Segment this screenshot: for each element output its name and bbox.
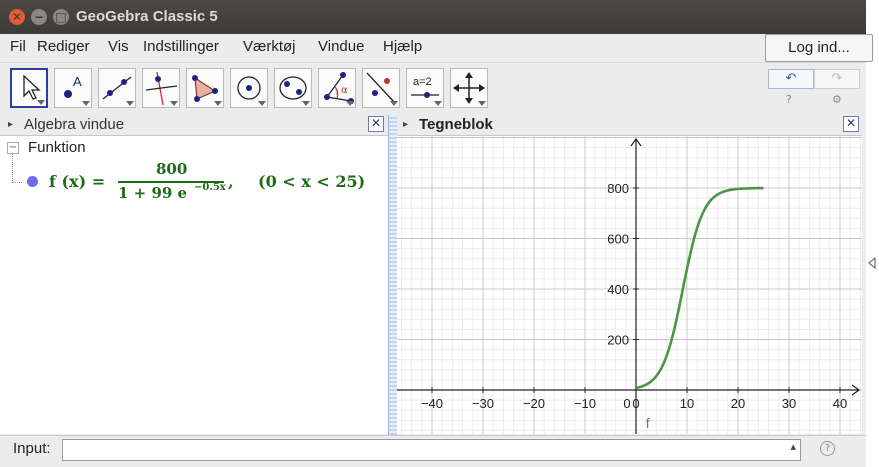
close-algebra-icon[interactable]: ✕ (368, 116, 384, 132)
menu-file[interactable]: Fil (10, 38, 26, 55)
input-field[interactable]: ▴ (62, 439, 801, 461)
major-grid (397, 136, 862, 434)
conic-tool[interactable] (274, 68, 312, 108)
x-tick-label: −30 (472, 396, 494, 411)
menu-edit[interactable]: Rediger (37, 38, 90, 55)
function-plot[interactable]: −40 −30 −20 −10 0 10 20 30 40 200 400 600 800 0 f (397, 136, 862, 434)
x-tick-label: 0 (632, 396, 639, 411)
object-group-label: Funktion (28, 139, 86, 156)
menu-help[interactable]: Hjælp (383, 38, 422, 55)
redo-button[interactable]: ↷ (814, 69, 860, 89)
chevron-right-icon[interactable]: ▸ (403, 119, 408, 130)
reflect-tool[interactable] (362, 68, 400, 108)
x-tick-label: −40 (421, 396, 443, 411)
function-comma: , (228, 172, 234, 191)
menu-settings[interactable]: Indstillinger (143, 38, 219, 55)
menu-window[interactable]: Vindue (318, 38, 364, 55)
move-view-tool[interactable] (450, 68, 488, 108)
x-tick-label: 40 (833, 396, 847, 411)
close-window-button[interactable]: ✕ (9, 9, 25, 25)
menu-bar: Fil Rediger Vis Indstillinger Værktøj Vi… (0, 34, 866, 62)
undo-button[interactable]: ↶ (768, 69, 814, 89)
menu-tools[interactable]: Værktøj (243, 38, 296, 55)
chevron-right-icon[interactable]: ▸ (8, 119, 13, 130)
menu-view[interactable]: Vis (108, 38, 129, 55)
move-tool[interactable] (10, 68, 48, 108)
panel-splitter[interactable] (388, 115, 397, 435)
close-graphics-icon[interactable]: ✕ (843, 116, 859, 132)
point-tool-label: A (73, 74, 82, 89)
side-collapse-arrow[interactable] (866, 250, 879, 280)
function-domain: (0 < x < 25) (258, 172, 366, 191)
y-tick-label: 400 (607, 282, 629, 297)
input-history-icon[interactable]: ▴ (790, 440, 796, 453)
settings-icon[interactable]: ⚙ (832, 93, 842, 106)
x-tick-label: −10 (574, 396, 596, 411)
function-exponent: −0.5x (194, 182, 226, 193)
polygon-tool[interactable] (186, 68, 224, 108)
angle-tool-label: α (341, 85, 348, 96)
function-lhs: f (x) = (49, 172, 106, 191)
y-tick-label: 800 (607, 181, 629, 196)
function-numerator: 800 (156, 160, 188, 178)
x-tick-label: 30 (782, 396, 796, 411)
y-tick-label: 600 (607, 232, 629, 247)
x-tick-label: −20 (523, 396, 545, 411)
login-button[interactable]: Log ind... (765, 34, 873, 62)
graphics-panel-header: ▸ Tegneblok ✕ (397, 115, 862, 136)
point-tool[interactable]: A (54, 68, 92, 108)
visibility-toggle-point[interactable] (27, 176, 38, 187)
algebra-view: − Funktion f (x) = 800 1 + 99 e −0.5x , … (0, 136, 388, 434)
tree-line-h (12, 182, 22, 184)
input-label: Input: (13, 440, 51, 457)
title-bar: ✕ − □ GeoGebra Classic 5 (0, 0, 866, 34)
input-bar: Input: ▴ ? (0, 435, 866, 467)
algebra-panel-header: ▸ Algebra vindue ✕ (0, 115, 388, 136)
circle-tool[interactable] (230, 68, 268, 108)
line-tool[interactable] (98, 68, 136, 108)
algebra-panel-title: Algebra vindue (24, 116, 125, 133)
window-title: GeoGebra Classic 5 (76, 8, 218, 25)
y-tick-label: 200 (607, 333, 629, 348)
minimize-window-button[interactable]: − (31, 9, 47, 25)
tick-labels: −40 −30 −20 −10 0 10 20 30 40 200 400 600 800 0 (421, 181, 847, 411)
help-icon[interactable]: ? (786, 93, 792, 106)
function-label: f (646, 415, 650, 431)
minor-grid (397, 136, 862, 434)
tree-line (12, 153, 14, 183)
x-tick-label: 10 (680, 396, 694, 411)
input-help-icon[interactable]: ? (820, 441, 835, 456)
graphics-view[interactable]: −40 −30 −20 −10 0 10 20 30 40 200 400 600 800 0 f (397, 136, 862, 434)
slider-tool-label: a=2 (413, 76, 432, 88)
graphics-panel-title: Tegneblok (419, 116, 493, 133)
origin-label: 0 (623, 396, 630, 411)
slider-tool[interactable]: a=2 (406, 68, 444, 108)
function-denominator: 1 + 99 e (118, 184, 188, 202)
toolbar: A α a=2 ↶ ↷ ? ⚙ (0, 62, 866, 115)
geogebra-window: ✕ − □ GeoGebra Classic 5 Fil Rediger Vis… (0, 0, 873, 467)
angle-tool[interactable]: α (318, 68, 356, 108)
perpendicular-tool[interactable] (142, 68, 180, 108)
chevron-left-icon (868, 256, 876, 270)
maximize-window-button[interactable]: □ (53, 9, 69, 25)
x-tick-label: 20 (731, 396, 745, 411)
